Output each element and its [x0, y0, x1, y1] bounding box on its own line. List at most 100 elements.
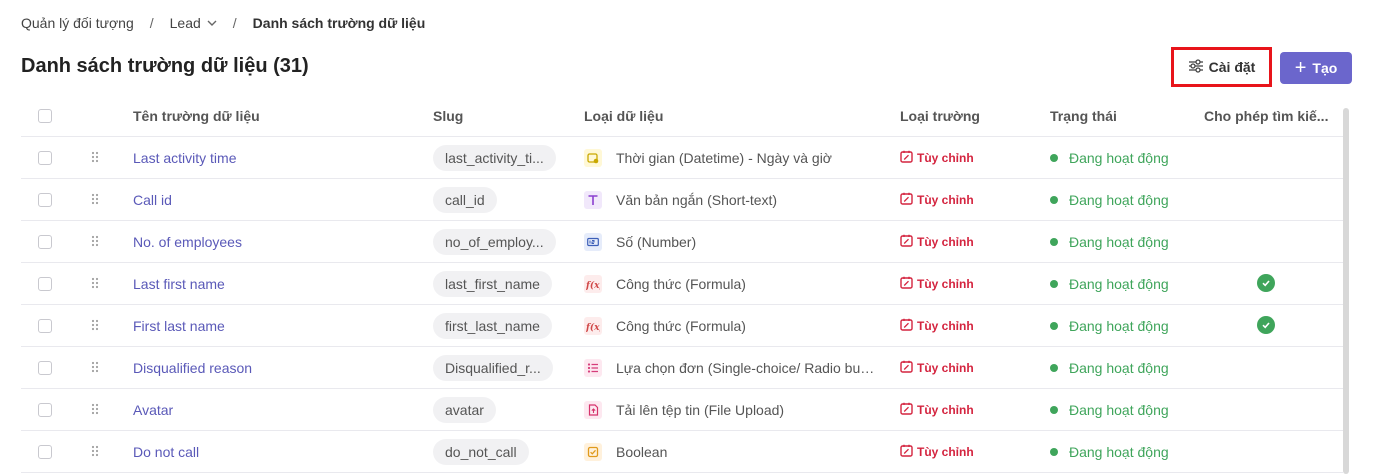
data-type-label: Số (Number) [616, 233, 697, 250]
status-badge: Đang hoạt động [1050, 444, 1169, 460]
vertical-scrollbar[interactable] [1343, 108, 1349, 474]
field-name-link[interactable]: First last name [133, 318, 225, 334]
column-header-data-type[interactable]: Loại dữ liệu [584, 96, 884, 136]
settings-button[interactable]: Cài đặt [1171, 47, 1272, 87]
table-row[interactable]: Last first name last_first_name f(x) Công t… [21, 263, 1343, 305]
drag-handle-icon[interactable] [91, 192, 99, 208]
field-name-link[interactable]: Disqualified reason [133, 360, 252, 376]
table-row[interactable]: Disqualified reason Disqualified_r... Lựa … [21, 347, 1343, 389]
formula-icon: f(x) [584, 274, 602, 293]
row-checkbox[interactable] [38, 402, 52, 417]
calendar-edit-icon [900, 402, 917, 418]
status-label: Đang hoạt động [1069, 401, 1169, 418]
drag-handle-icon[interactable] [91, 234, 99, 250]
drag-handle-icon[interactable] [91, 318, 99, 334]
field-type-badge: Tùy chỉnh [900, 276, 974, 292]
status-label: Đang hoạt động [1069, 443, 1169, 460]
drag-handle-icon[interactable] [91, 150, 99, 166]
table-row[interactable]: Call id call_id Văn bản ngắn (Short-text) T… [21, 179, 1343, 221]
breadcrumb-separator: / [149, 15, 154, 31]
status-dot-icon [1050, 195, 1058, 204]
calendar-edit-icon [900, 192, 917, 208]
row-checkbox[interactable] [38, 192, 52, 207]
datetime-icon [584, 148, 602, 167]
calendar-edit-icon [900, 360, 917, 376]
field-name-link[interactable]: Avatar [133, 402, 173, 418]
status-label: Đang hoạt động [1069, 191, 1169, 208]
field-type-badge: Tùy chỉnh [900, 444, 974, 460]
status-dot-icon [1050, 153, 1058, 162]
field-type-badge: Tùy chỉnh [900, 318, 974, 334]
row-checkbox[interactable] [38, 276, 52, 291]
column-header-searchable-label: Cho phép tìm kiế... [1204, 108, 1329, 124]
table-row[interactable]: No. of employees no_of_employ... Số (Numbe… [21, 221, 1343, 263]
field-name-link[interactable]: No. of employees [133, 234, 242, 250]
column-header-status[interactable]: Trạng thái [1050, 96, 1200, 136]
status-label: Đang hoạt động [1069, 317, 1169, 334]
field-type-label: Tùy chỉnh [917, 150, 974, 165]
check-circle-icon [1257, 274, 1275, 292]
drag-handle-icon[interactable] [91, 360, 99, 376]
row-checkbox[interactable] [38, 234, 52, 249]
data-type-label: Tải lên tệp tin (File Upload) [616, 401, 785, 418]
status-label: Đang hoạt động [1069, 149, 1169, 166]
drag-handle-icon[interactable] [91, 444, 99, 460]
table-header: Tên trường dữ liệu Slug Loại dữ liệu Loạ… [21, 96, 1343, 137]
field-name-link[interactable]: Call id [133, 192, 172, 208]
field-type-label: Tùy chỉnh [917, 192, 974, 207]
status-badge: Đang hoạt động [1050, 360, 1169, 376]
status-badge: Đang hoạt động [1050, 276, 1169, 292]
check-circle-icon [1257, 316, 1275, 334]
status-label: Đang hoạt động [1069, 359, 1169, 376]
create-button[interactable]: + Tạo [1280, 52, 1352, 84]
drag-handle-icon[interactable] [91, 276, 99, 292]
field-type-label: Tùy chỉnh [917, 402, 974, 417]
status-dot-icon [1050, 405, 1058, 414]
fields-table: Tên trường dữ liệu Slug Loại dữ liệu Loạ… [21, 96, 1343, 473]
table-row[interactable]: Last activity time last_activity_ti... Thờ… [21, 137, 1343, 179]
field-name-link[interactable]: Do not call [133, 444, 199, 460]
field-type-badge: Tùy chỉnh [900, 150, 974, 166]
table-row[interactable]: First last name first_last_name f(x) Công t… [21, 305, 1343, 347]
row-checkbox[interactable] [38, 444, 52, 459]
calendar-edit-icon [900, 444, 917, 460]
number-icon [584, 232, 602, 251]
sliders-icon [1188, 58, 1209, 76]
row-checkbox[interactable] [38, 150, 52, 165]
field-type-badge: Tùy chỉnh [900, 360, 974, 376]
field-type-label: Tùy chỉnh [917, 276, 974, 291]
svg-text:f(x): f(x) [586, 322, 600, 332]
data-type-label: Boolean [616, 443, 668, 460]
calendar-edit-icon [900, 318, 917, 334]
slug-pill: last_first_name [433, 270, 552, 297]
slug-pill: no_of_employ... [433, 228, 556, 255]
table-row[interactable]: Avatar avatar Tải lên tệp tin (File Upload… [21, 389, 1343, 431]
page-title: Danh sách trường dữ liệu (31) [21, 55, 309, 77]
text-icon [584, 190, 602, 209]
calendar-edit-icon [900, 234, 917, 250]
table-row[interactable]: Do not call do_not_call Boolean Tùy chỉnh Đa… [21, 431, 1343, 473]
status-label: Đang hoạt động [1069, 275, 1169, 292]
svg-text:f(x): f(x) [586, 280, 600, 290]
column-header-slug[interactable]: Slug [433, 96, 573, 136]
status-dot-icon [1050, 363, 1058, 372]
drag-handle-icon[interactable] [91, 402, 99, 418]
status-dot-icon [1050, 321, 1058, 330]
breadcrumb-root[interactable]: Quản lý đối tượng [21, 15, 134, 31]
row-checkbox[interactable] [38, 318, 52, 333]
calendar-edit-icon [900, 276, 917, 292]
column-header-name[interactable]: Tên trường dữ liệu [133, 96, 423, 136]
breadcrumb-object[interactable]: Lead [170, 15, 217, 31]
column-header-searchable[interactable]: Cho phép tìm kiế... [1204, 96, 1344, 136]
field-name-link[interactable]: Last first name [133, 276, 225, 292]
slug-pill: avatar [433, 396, 496, 423]
column-header-field-type[interactable]: Loại trường [900, 96, 1040, 136]
slug-pill: Disqualified_r... [433, 354, 553, 381]
select-all-checkbox[interactable] [38, 109, 52, 123]
data-type-label: Thời gian (Datetime) - Ngày và giờ [616, 149, 832, 166]
field-type-label: Tùy chỉnh [917, 360, 974, 375]
status-badge: Đang hoạt động [1050, 234, 1169, 250]
field-name-link[interactable]: Last activity time [133, 150, 236, 166]
slug-pill: do_not_call [433, 438, 529, 465]
row-checkbox[interactable] [38, 360, 52, 375]
